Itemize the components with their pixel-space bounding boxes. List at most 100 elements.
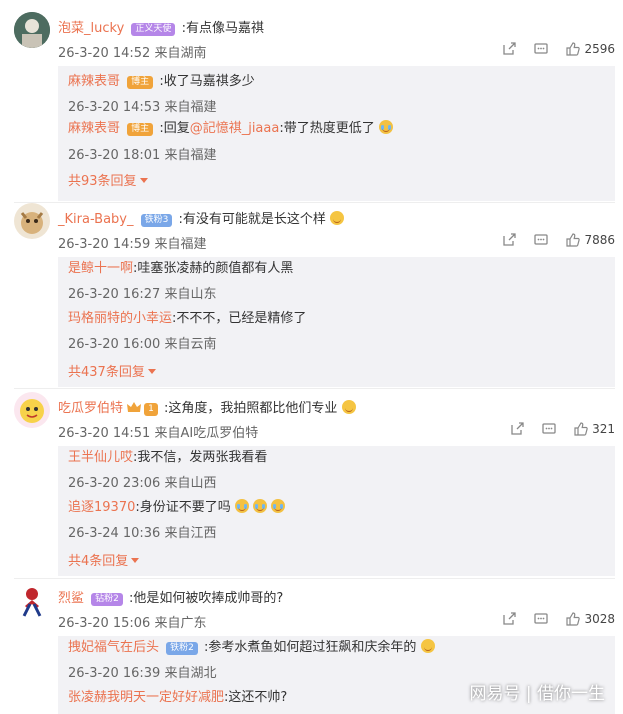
avatar[interactable]: [14, 203, 50, 239]
username-link[interactable]: 烈鲨: [58, 591, 84, 606]
reply-meta: 26-3-24 10:36 来自江西: [68, 526, 217, 541]
divider: [14, 578, 615, 579]
share-icon[interactable]: [502, 612, 517, 626]
comment-meta: 26-3-20 15:06 来自广东: [58, 616, 207, 631]
share-icon[interactable]: [502, 42, 517, 56]
avatar-image: [14, 582, 50, 618]
reply-username[interactable]: 麻辣表哥: [68, 74, 120, 89]
reply-username[interactable]: 王半仙儿哎: [68, 450, 133, 465]
reply-meta: 26-3-20 16:00 来自云南: [68, 337, 217, 352]
reply-text: :身份证不要了吗: [135, 500, 231, 515]
like-icon[interactable]: [566, 42, 581, 56]
laugh-emoji-icon: [341, 400, 356, 414]
reply-username[interactable]: 麻辣表哥: [68, 121, 120, 136]
reply-text: :我不信，发两张我看看: [133, 450, 268, 465]
reply-content: 是鲸十一啊:哇塞张凌赫的颜值都有人黑: [68, 260, 293, 278]
comment-actions: 321: [492, 422, 615, 436]
caret-down-icon: [139, 178, 148, 183]
comment-item: _Kira-Baby_ 铁粉3 :有没有可能就是长这个样 26-3-20 14:…: [0, 203, 623, 393]
reply-text: :收了马嘉祺多少: [159, 74, 255, 89]
share-icon[interactable]: [510, 422, 524, 436]
reply-meta: 26-3-20 14:53 来自福建: [68, 100, 217, 115]
reply-meta: 26-3-20 16:39 来自湖北: [68, 666, 217, 681]
more-replies-label: 共4条回复: [68, 554, 129, 569]
reply-text: :带了热度更低了: [279, 121, 375, 136]
reply-content: 拽妃福气在后头 铁粉2 :参考水煮鱼如何超过狂飙和庆余年的: [68, 639, 435, 657]
reply-content: 张凌赫我明天一定好好减肥:这还不帅?: [68, 689, 287, 707]
like-count: 7886: [584, 233, 615, 247]
level-badge[interactable]: 1: [144, 403, 158, 416]
reply-text: :不不不，已经是精修了: [172, 311, 307, 326]
share-icon[interactable]: [502, 233, 517, 247]
mention-link[interactable]: @記憶祺_jiaaa: [190, 121, 280, 136]
comment-text: :有点像马嘉祺: [181, 21, 264, 36]
wink-emoji-icon: [420, 639, 435, 653]
like-icon[interactable]: [566, 612, 581, 626]
more-replies-link[interactable]: 共4条回复: [68, 550, 140, 569]
like-icon[interactable]: [574, 422, 588, 436]
author-badge: 博主: [127, 123, 154, 136]
comment-actions: 2596: [484, 42, 615, 56]
avatar[interactable]: [14, 392, 50, 428]
crying-emoji-icon: [378, 120, 393, 134]
more-replies-label: 共437条回复: [68, 365, 145, 380]
crying-emoji-icon: [253, 499, 268, 513]
reply-content: 麻辣表哥 博主 :回复@記憶祺_jiaaa:带了热度更低了: [68, 120, 393, 138]
reply-prefix: :回复: [159, 121, 190, 136]
avatar[interactable]: [14, 582, 50, 618]
like-count: 2596: [584, 42, 615, 56]
like-icon[interactable]: [566, 233, 581, 247]
reply-icon[interactable]: [534, 42, 549, 56]
comment-item: 吃瓜罗伯特 1 :这角度，我拍照都比他们专业 26-3-20 14:51 来自A…: [0, 392, 623, 582]
fan-badge[interactable]: 铁粉3: [140, 214, 173, 227]
reply-content: 麻辣表哥 博主 :收了马嘉祺多少: [68, 73, 255, 91]
like-count: 3028: [584, 612, 615, 626]
username-link[interactable]: 吃瓜罗伯特: [58, 401, 123, 416]
fan-badge[interactable]: 钻粉2: [91, 593, 123, 606]
crying-emoji-icon: [271, 499, 286, 513]
reply-username[interactable]: 拽妃福气在后头: [68, 640, 159, 655]
more-replies-label: 共93条回复: [68, 174, 137, 189]
avatar[interactable]: [14, 12, 50, 48]
reply-username[interactable]: 张凌赫我明天一定好好减肥: [68, 690, 224, 705]
reply-list: 王半仙儿哎:我不信，发两张我看看 26-3-20 23:06 来自山西 追逐19…: [58, 446, 615, 576]
reply-text: :哇塞张凌赫的颜值都有人黑: [133, 261, 294, 276]
comment-text: :他是如何被吹捧成帅哥的?: [129, 591, 284, 606]
reply-content: 王半仙儿哎:我不信，发两张我看看: [68, 449, 267, 467]
reply-username[interactable]: 玛格丽特的小幸运: [68, 311, 172, 326]
fan-badge[interactable]: 铁粉2: [166, 642, 198, 655]
avatar-image: [14, 392, 50, 428]
reply-meta: 26-3-20 18:01 来自福建: [68, 148, 217, 163]
reply-icon[interactable]: [534, 233, 549, 247]
more-replies-link[interactable]: 共93条回复: [68, 170, 148, 189]
reply-meta: 26-3-20 23:06 来自山西: [68, 476, 217, 491]
user-badge[interactable]: 正义天使: [131, 23, 176, 36]
reply-content: 玛格丽特的小幸运:不不不，已经是精修了: [68, 310, 306, 328]
smile-emoji-icon: [330, 211, 345, 225]
more-replies-link[interactable]: 共437条回复: [68, 361, 156, 380]
comment-actions: 7886: [484, 233, 615, 247]
username-link[interactable]: 泡菜_lucky: [58, 21, 124, 36]
watermark: 网易号 | 借你一生: [469, 684, 605, 704]
reply-icon[interactable]: [534, 612, 549, 626]
reply-username[interactable]: 追逐19370: [68, 500, 135, 515]
reply-list: 麻辣表哥 博主 :收了马嘉祺多少 26-3-20 14:53 来自福建 麻辣表哥…: [58, 66, 615, 201]
avatar-image: [14, 203, 50, 239]
crown-icon: [127, 402, 142, 412]
reply-username[interactable]: 是鲸十一啊: [68, 261, 133, 276]
comment-content: 烈鲨 钻粉2 :他是如何被吹捧成帅哥的?: [58, 590, 283, 608]
comment-text: :这角度，我拍照都比他们专业: [164, 401, 338, 416]
caret-down-icon: [147, 369, 156, 374]
author-badge: 博主: [127, 76, 154, 89]
comment-actions: 3028: [484, 612, 615, 626]
reply-list: 是鲸十一啊:哇塞张凌赫的颜值都有人黑 26-3-20 16:27 来自山东 玛格…: [58, 257, 615, 387]
avatar-image: [14, 12, 50, 48]
reply-meta: 26-3-20 16:27 来自山东: [68, 287, 217, 302]
reply-icon[interactable]: [542, 422, 556, 436]
reply-text: :参考水煮鱼如何超过狂飙和庆余年的: [204, 640, 417, 655]
username-link[interactable]: _Kira-Baby_: [58, 212, 134, 227]
crying-emoji-icon: [234, 499, 249, 513]
comment-text: :有没有可能就是长这个样: [178, 212, 326, 227]
comment-content: _Kira-Baby_ 铁粉3 :有没有可能就是长这个样: [58, 211, 345, 229]
comment-content: 吃瓜罗伯特 1 :这角度，我拍照都比他们专业: [58, 400, 356, 418]
